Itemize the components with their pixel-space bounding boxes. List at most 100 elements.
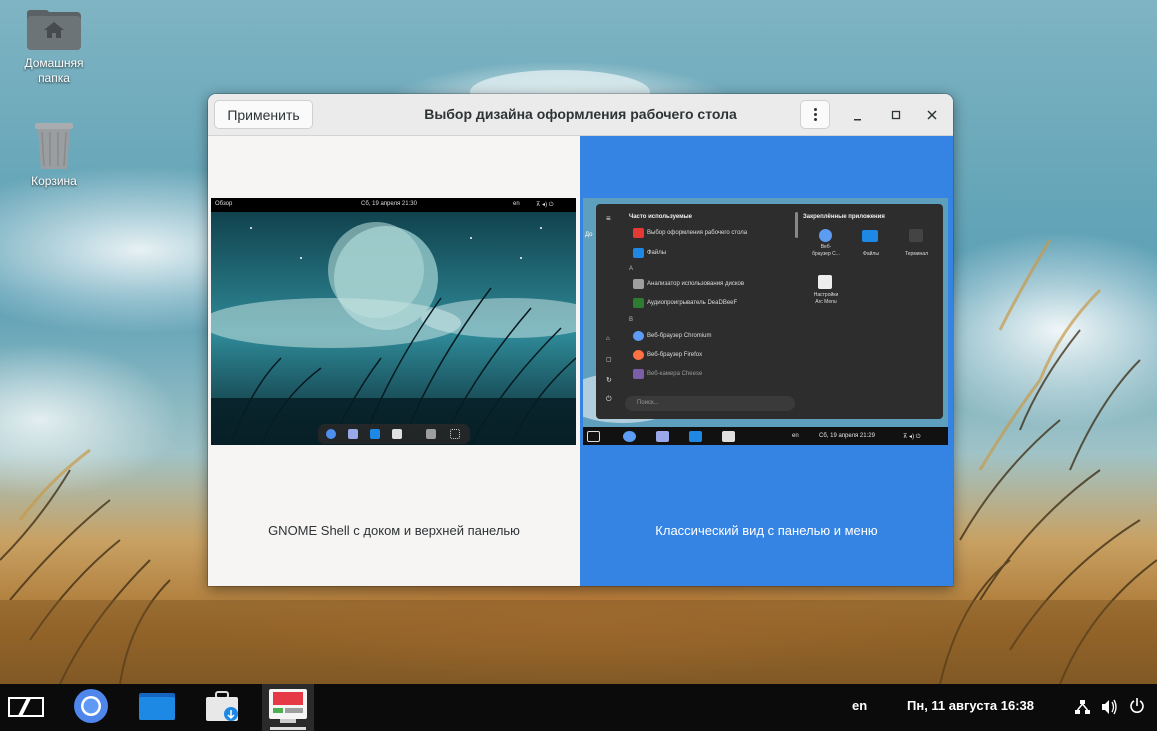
preview-lang: en bbox=[792, 433, 799, 439]
files-icon bbox=[862, 230, 878, 242]
trash-icon bbox=[426, 429, 436, 439]
pinned-app-label: Веб- браузер C... bbox=[801, 244, 851, 258]
volume-icon bbox=[1102, 699, 1117, 715]
preview-dock bbox=[318, 424, 470, 444]
minimize-icon bbox=[854, 119, 861, 121]
menu-logo-icon bbox=[8, 697, 44, 717]
home-icon: ⌂ bbox=[606, 336, 610, 342]
preview-bottom-panel: en Сб, 19 апреля 21:29 ⊼ ◂) ⏻ bbox=[583, 427, 948, 445]
mail-icon bbox=[656, 431, 669, 442]
mail-icon bbox=[348, 429, 358, 439]
chromium-icon bbox=[623, 431, 636, 442]
design-chooser-window: Применить Выбор дизайна оформления рабоч… bbox=[208, 94, 953, 586]
maximize-icon bbox=[891, 110, 901, 120]
pinned-header: Закреплённые приложения bbox=[803, 214, 885, 220]
taskbar: en Пн, 11 августа 16:38 bbox=[0, 684, 1157, 731]
software-icon bbox=[392, 429, 402, 439]
maximize-button[interactable] bbox=[886, 105, 906, 125]
terminal-icon bbox=[909, 229, 923, 242]
dot-icon bbox=[814, 108, 817, 111]
chromium-icon bbox=[326, 429, 336, 439]
option-classic[interactable]: До ≡ ⌂ ▢ ↻ ⏻ Часто используемые Выбор оф… bbox=[580, 136, 953, 586]
option-gnome-shell[interactable]: Обзор Сб, 19 апреля 21:30 en ⊼ ◂) ⏻ GNOM… bbox=[208, 136, 580, 586]
keyboard-layout-indicator[interactable]: en bbox=[852, 684, 867, 731]
desktop-design-icon bbox=[269, 689, 307, 730]
preview-lang: en bbox=[513, 201, 520, 207]
headerbar: Применить Выбор дизайна оформления рабоч… bbox=[208, 94, 953, 136]
pinned-app-label: Файлы bbox=[863, 251, 879, 257]
taskbar-software-installer[interactable] bbox=[202, 684, 244, 731]
system-tray[interactable] bbox=[1072, 684, 1152, 731]
desktop-icon-home[interactable]: Домашняя папка bbox=[14, 10, 94, 86]
menu-item: Веб-браузер Chromium bbox=[647, 333, 712, 339]
dot-icon bbox=[814, 113, 817, 116]
desktop-icon-trash[interactable]: Корзина bbox=[14, 120, 94, 189]
chromium-icon bbox=[819, 229, 832, 242]
files-icon bbox=[689, 431, 702, 442]
window-title: Выбор дизайна оформления рабочего стола bbox=[424, 106, 737, 122]
option-caption: Классический вид с панелью и меню bbox=[655, 523, 878, 538]
menu-logo-icon bbox=[587, 431, 600, 442]
desktop-design-icon bbox=[633, 228, 644, 238]
app-menu-button[interactable] bbox=[6, 684, 50, 731]
classic-preview: До ≡ ⌂ ▢ ↻ ⏻ Часто используемые Выбор оф… bbox=[583, 198, 948, 445]
apply-button[interactable]: Применить bbox=[214, 100, 313, 129]
dot-icon bbox=[814, 118, 817, 121]
pinned-app-label-line: Настройки bbox=[813, 292, 839, 298]
preview-datetime: Сб, 19 апреля 21:29 bbox=[819, 433, 875, 439]
disk-usage-icon bbox=[633, 279, 644, 289]
arc-menu-settings-icon bbox=[818, 275, 832, 289]
preview-tray-icons: ⊼ ◂) ⏻ bbox=[536, 202, 554, 208]
power-icon: ⏻ bbox=[606, 396, 612, 403]
pinned-app-label: Настройки Arc Menu bbox=[801, 292, 851, 306]
preview-overview-label: Обзор bbox=[215, 201, 233, 207]
clock[interactable]: Пн, 11 августа 16:38 bbox=[907, 684, 1034, 731]
scrollbar bbox=[795, 212, 798, 238]
files-icon bbox=[370, 429, 380, 439]
network-icon bbox=[1075, 700, 1090, 714]
deadbeef-icon bbox=[633, 298, 644, 308]
firefox-icon bbox=[633, 350, 644, 360]
section-letter: А bbox=[629, 266, 634, 272]
minimize-button[interactable] bbox=[848, 105, 868, 125]
menu-item: Веб-браузер Firefox bbox=[647, 352, 703, 358]
chromium-icon bbox=[74, 689, 108, 723]
kebab-menu-button[interactable] bbox=[800, 100, 830, 129]
files-icon bbox=[633, 248, 644, 258]
trash-icon bbox=[34, 120, 74, 169]
pinned-app-label-line: Arc Menu bbox=[815, 299, 837, 305]
desktop-icon-label: Домашняя папка bbox=[24, 56, 84, 85]
documents-icon: ▢ bbox=[606, 357, 612, 363]
chromium-icon bbox=[633, 331, 644, 341]
preview-datetime: Сб, 19 апреля 21:30 bbox=[361, 201, 417, 207]
cheese-icon bbox=[633, 369, 644, 379]
home-folder-icon bbox=[27, 10, 81, 50]
hamburger-icon: ≡ bbox=[606, 214, 611, 223]
preview-arc-menu: ≡ ⌂ ▢ ↻ ⏻ Часто используемые Выбор оформ… bbox=[596, 204, 943, 419]
frequent-header: Часто используемые bbox=[629, 214, 692, 220]
section-letter: В bbox=[629, 317, 634, 323]
preview-wallpaper-text: До bbox=[585, 232, 593, 238]
menu-item: Файлы bbox=[647, 250, 667, 256]
menu-item: Анализатор использования дисков bbox=[647, 281, 745, 287]
files-icon bbox=[139, 693, 175, 720]
taskbar-files[interactable] bbox=[136, 684, 178, 731]
close-icon bbox=[927, 110, 937, 120]
preview-search-input: Поиск... bbox=[625, 396, 795, 411]
power-icon bbox=[1130, 698, 1144, 713]
app-grid-icon bbox=[450, 429, 460, 439]
menu-item: Выбор оформления рабочего стола bbox=[647, 230, 748, 236]
option-caption: GNOME Shell с доком и верхней панелью bbox=[268, 523, 520, 538]
menu-item: Веб-камера Cheese bbox=[647, 371, 703, 377]
software-icon bbox=[722, 431, 735, 442]
taskbar-chromium[interactable] bbox=[70, 684, 112, 731]
refresh-icon: ↻ bbox=[606, 377, 612, 384]
pinned-app-label-line: браузер C... bbox=[812, 251, 840, 257]
close-button[interactable] bbox=[922, 105, 942, 125]
preview-tray-icons: ⊼ ◂) ⏻ bbox=[903, 434, 921, 440]
software-installer-icon bbox=[206, 691, 238, 721]
taskbar-desktop-design[interactable] bbox=[262, 684, 314, 731]
preview-top-panel: Обзор Сб, 19 апреля 21:30 en ⊼ ◂) ⏻ bbox=[211, 198, 576, 212]
desktop-icon-label: Корзина bbox=[31, 174, 77, 188]
pinned-app-label-line: Веб- bbox=[820, 244, 832, 250]
